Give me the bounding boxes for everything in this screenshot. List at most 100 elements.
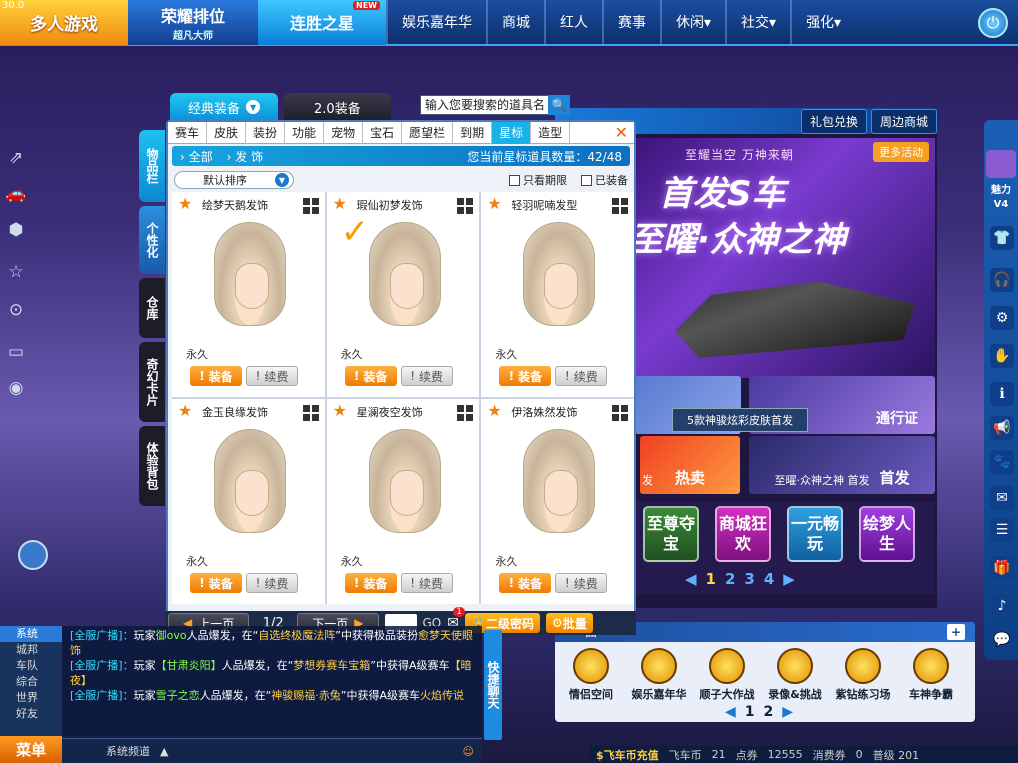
gift-icon[interactable]: 🎁: [990, 556, 1014, 580]
cat-cars[interactable]: 赛车: [168, 121, 208, 144]
promo-page-3[interactable]: 3: [744, 570, 754, 588]
equip-button[interactable]: ! 装备: [344, 573, 397, 593]
tab-warehouse[interactable]: 仓库: [139, 278, 165, 338]
megaphone-icon[interactable]: 📢: [990, 416, 1014, 440]
renew-button[interactable]: ! 续费: [246, 366, 298, 386]
star-icon[interactable]: ☆: [4, 260, 28, 284]
chat-tab[interactable]: 综合: [0, 674, 62, 690]
item-card[interactable]: ★ 伊洛姝然发饰 永久 ! 装备! 续费: [481, 399, 634, 604]
gem-icon[interactable]: [986, 150, 1016, 178]
filter-equipped[interactable]: 已装备: [581, 172, 628, 188]
star-icon[interactable]: ★: [178, 194, 192, 213]
info-icon[interactable]: ℹ: [990, 382, 1014, 406]
promo-banner[interactable]: 至耀当空 万神来朝 更多活动 首发S车 至曜·众神之神: [635, 138, 935, 378]
star-icon[interactable]: ★: [333, 401, 347, 420]
promo-supreme[interactable]: 至尊夺宝: [643, 506, 699, 562]
cat-outfits[interactable]: 装扮: [246, 121, 286, 144]
batch-button[interactable]: ⚙ 批量: [545, 613, 593, 633]
nav-celebrity[interactable]: 红人: [544, 0, 602, 45]
shirt-icon[interactable]: 👕: [990, 226, 1014, 250]
grid-icon[interactable]: [457, 198, 474, 214]
quick-champion[interactable]: 车神争霸: [899, 648, 963, 702]
equip-button[interactable]: ! 装备: [190, 573, 242, 593]
cat-expiring[interactable]: 到期: [453, 121, 493, 144]
item-card[interactable]: ★ 瑕仙初梦发饰 ✓ 永久 ! 装备! 续费: [326, 192, 480, 397]
promo-page-2[interactable]: 2: [725, 570, 735, 588]
tab-fantasy-cards[interactable]: 奇幻卡片: [139, 342, 165, 422]
quick-page-1[interactable]: 1: [745, 704, 755, 720]
chat-icon[interactable]: 💬: [990, 628, 1014, 652]
item-card[interactable]: ★ 金玉良缘发饰 永久 ! 装备! 续费: [172, 399, 325, 604]
chat-tab[interactable]: 世界: [0, 690, 62, 706]
quick-page-2[interactable]: 2: [764, 704, 774, 720]
equip-button[interactable]: ! 装备: [499, 366, 552, 386]
promo-one-yuan[interactable]: 一元畅玩: [787, 506, 843, 562]
tab-inventory[interactable]: 物品栏: [139, 130, 165, 202]
upgrade-icon[interactable]: ⇗: [4, 146, 28, 170]
next-arrow-icon[interactable]: ▶: [783, 570, 795, 588]
tab-personalize[interactable]: 个性化: [139, 206, 165, 274]
star-icon[interactable]: ★: [487, 401, 501, 420]
collapse-arrow-icon[interactable]: [18, 540, 48, 570]
power-icon[interactable]: ⏻: [978, 8, 1008, 38]
promo-dream-life[interactable]: 绘梦人生: [859, 506, 915, 562]
tv-icon[interactable]: ▭: [4, 340, 28, 364]
star-icon[interactable]: ★: [178, 401, 192, 420]
grid-icon[interactable]: [302, 198, 319, 214]
filter-limited[interactable]: 只看期限: [509, 172, 567, 188]
channel-label[interactable]: 系统频道: [106, 743, 150, 759]
mail-icon[interactable]: ✉: [990, 486, 1014, 510]
sort-select[interactable]: 默认排序 ▼: [174, 171, 294, 189]
menu-button[interactable]: 菜单: [0, 736, 62, 763]
nav-events[interactable]: 赛事: [602, 0, 660, 45]
cat-styles[interactable]: 造型: [531, 121, 571, 144]
chat-tab[interactable]: 车队: [0, 658, 62, 674]
emoji-icon[interactable]: ☺: [463, 745, 474, 758]
paw-icon[interactable]: 🐾: [990, 450, 1014, 474]
item-card[interactable]: ★ 星澜夜空发饰 永久 ! 装备! 续费: [326, 399, 480, 604]
chat-tab[interactable]: 城邦: [0, 642, 62, 658]
quick-next-icon[interactable]: ▶: [782, 704, 793, 720]
promo-car-tile[interactable]: 至曜·众神之神 首发 首发: [749, 436, 935, 494]
renew-button[interactable]: ! 续费: [555, 366, 608, 386]
star-icon[interactable]: ★: [333, 194, 347, 213]
quick-prev-icon[interactable]: ◀: [725, 704, 736, 720]
cat-starred[interactable]: 星标: [492, 121, 532, 144]
equip-button[interactable]: ! 装备: [190, 366, 242, 386]
prev-arrow-icon[interactable]: ◀: [685, 570, 697, 588]
music-icon[interactable]: ♪: [990, 594, 1014, 618]
play-icon[interactable]: ⊙: [4, 298, 28, 322]
quick-couple-space[interactable]: 情侣空间: [559, 648, 623, 702]
cat-skins[interactable]: 皮肤: [207, 121, 247, 144]
nav-win-streak[interactable]: 连胜之星 NEW: [258, 0, 386, 45]
headset-icon[interactable]: 🎧: [990, 268, 1014, 292]
cat-wishlist[interactable]: 愿望栏: [402, 121, 454, 144]
nav-upgrade[interactable]: 强化▾: [790, 0, 855, 45]
nav-social[interactable]: 社交▾: [725, 0, 790, 45]
hand-icon[interactable]: ✋: [990, 344, 1014, 368]
nav-leisure[interactable]: 休闲▾: [660, 0, 725, 45]
recharge-button[interactable]: $飞车币充值: [596, 747, 659, 763]
quick-chat-button[interactable]: 快捷聊天: [484, 630, 502, 740]
nav-carnival[interactable]: 娱乐嘉年华: [386, 0, 486, 45]
star-icon[interactable]: ★: [487, 194, 501, 213]
eye-icon[interactable]: ◉: [4, 376, 28, 400]
list-icon[interactable]: ☰: [990, 518, 1014, 542]
promo-page-4[interactable]: 4: [764, 570, 774, 588]
car-icon[interactable]: 🚗: [4, 182, 28, 206]
promo-page-1[interactable]: 1: [706, 570, 716, 588]
charm-label[interactable]: 魅力V4: [986, 182, 1016, 216]
crumb-all[interactable]: › 全部: [180, 148, 213, 165]
hot-sale-tile[interactable]: 发 热卖: [640, 436, 740, 494]
cat-functions[interactable]: 功能: [285, 121, 325, 144]
quick-carnival[interactable]: 娱乐嘉年华: [627, 648, 691, 702]
equip-button[interactable]: ! 装备: [344, 366, 397, 386]
quick-replay[interactable]: 录像&挑战: [763, 648, 827, 702]
crumb-sub[interactable]: › 发 饰: [227, 148, 263, 165]
nav-ranked[interactable]: 荣耀排位 超凡大师: [128, 0, 258, 45]
item-card[interactable]: ★ 轻羽呢喃发型 永久 ! 装备! 续费: [481, 192, 634, 397]
nav-mall[interactable]: 商城: [486, 0, 544, 45]
cat-gems[interactable]: 宝石: [363, 121, 403, 144]
grid-icon[interactable]: [612, 405, 628, 421]
tab-equip-2[interactable]: 2.0装备: [284, 93, 391, 121]
